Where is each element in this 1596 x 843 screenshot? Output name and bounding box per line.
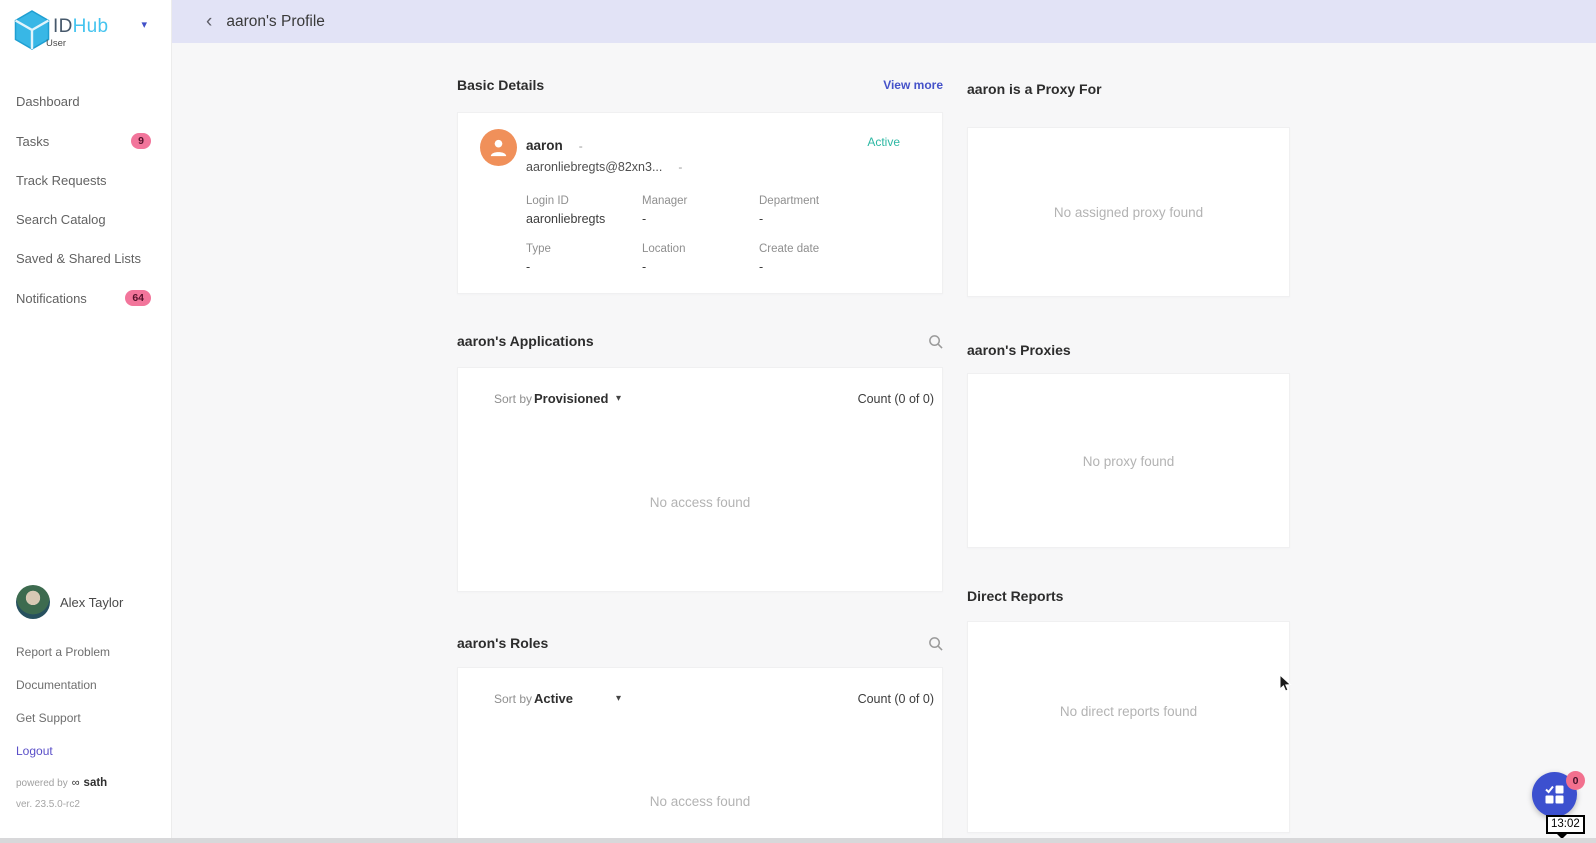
roles-empty-state: No access found xyxy=(458,794,942,809)
user-avatar xyxy=(16,585,50,619)
brand-text: IDHub xyxy=(53,16,108,38)
field-label-location: Location xyxy=(642,243,685,255)
current-user[interactable]: Alex Taylor xyxy=(16,585,155,619)
chevron-down-icon[interactable]: ▾ xyxy=(616,393,621,404)
app-logo: IDHub User ▾ xyxy=(0,0,171,52)
sidebar: IDHub User ▾ Dashboard Tasks 9 Track Req… xyxy=(0,0,172,838)
field-label-department: Department xyxy=(759,195,819,207)
top-bar: ‹ aaron's Profile xyxy=(172,0,1596,43)
chevron-down-icon[interactable]: ▾ xyxy=(616,693,621,704)
roles-title: aaron's Roles xyxy=(457,635,548,651)
brand-subtitle: User xyxy=(46,38,66,49)
roles-card: Sort by Active ▾ Count (0 of 0) No acces… xyxy=(457,667,943,838)
field-value-location: - xyxy=(642,260,646,274)
profile-name: aaron- xyxy=(526,138,583,153)
search-icon[interactable] xyxy=(928,636,943,651)
sidebar-item-notifications[interactable]: Notifications 64 xyxy=(0,278,171,318)
sidebar-item-tasks[interactable]: Tasks 9 xyxy=(0,121,171,161)
status-badge: Active xyxy=(867,135,900,149)
sidebar-item-dashboard[interactable]: Dashboard xyxy=(0,82,171,121)
logout-link[interactable]: Logout xyxy=(16,744,155,758)
direct-reports-header: Direct Reports xyxy=(967,588,1290,604)
sort-by-label: Sort by xyxy=(494,692,532,706)
field-label-type: Type xyxy=(526,243,551,255)
proxies-card: No proxy found xyxy=(967,373,1290,548)
notifications-count-badge: 64 xyxy=(125,290,151,306)
sidebar-item-saved-shared-lists[interactable]: Saved & Shared Lists xyxy=(0,239,171,278)
documentation-link[interactable]: Documentation xyxy=(16,678,155,692)
applications-empty-state: No access found xyxy=(458,495,942,510)
applications-sort-dropdown[interactable]: Provisioned xyxy=(534,391,608,406)
get-support-link[interactable]: Get Support xyxy=(16,711,155,725)
chevron-down-icon[interactable]: ▾ xyxy=(141,18,147,31)
main-content: Basic Details View more aaron- aaronlieb… xyxy=(172,43,1596,838)
basic-details-header: Basic Details View more xyxy=(457,77,943,93)
applications-count: Count (0 of 0) xyxy=(858,392,934,406)
bottom-edge-strip xyxy=(0,838,1596,843)
sidebar-footer: Alex Taylor Report a Problem Documentati… xyxy=(0,585,171,838)
roles-count: Count (0 of 0) xyxy=(858,692,934,706)
powered-brand: sath xyxy=(84,777,108,789)
mouse-cursor xyxy=(1279,674,1292,693)
field-value-create-date: - xyxy=(759,260,763,274)
proxy-for-card: No assigned proxy found xyxy=(967,127,1290,297)
applications-card: Sort by Provisioned ▾ Count (0 of 0) No … xyxy=(457,367,943,592)
search-icon[interactable] xyxy=(928,334,943,349)
direct-reports-title: Direct Reports xyxy=(967,588,1063,604)
profile-avatar-icon xyxy=(480,129,517,166)
proxy-for-empty-state: No assigned proxy found xyxy=(968,205,1289,220)
profile-email: aaronliebregts@82xn3...- xyxy=(526,160,682,174)
basic-details-card: aaron- aaronliebregts@82xn3...- Active L… xyxy=(457,112,943,294)
tasks-count-badge: 9 xyxy=(131,133,151,149)
basic-details-title: Basic Details xyxy=(457,77,544,93)
sidebar-item-search-catalog[interactable]: Search Catalog xyxy=(0,200,171,239)
version-label: ver. 23.5.0-rc2 xyxy=(16,799,155,810)
back-chevron-icon[interactable]: ‹ xyxy=(206,12,212,31)
sath-logo-icon: ∞ xyxy=(72,777,80,789)
roles-sort-dropdown[interactable]: Active xyxy=(534,691,573,706)
user-name: Alex Taylor xyxy=(60,595,123,610)
proxy-for-title: aaron is a Proxy For xyxy=(967,81,1102,97)
field-label-login-id: Login ID xyxy=(526,195,569,207)
view-more-link[interactable]: View more xyxy=(883,78,943,92)
proxies-title: aaron's Proxies xyxy=(967,342,1071,358)
field-value-department: - xyxy=(759,212,763,226)
field-value-login-id: aaronliebregts xyxy=(526,212,605,226)
sort-by-label: Sort by xyxy=(494,392,532,406)
field-value-manager: - xyxy=(642,212,646,226)
sidebar-nav: Dashboard Tasks 9 Track Requests Search … xyxy=(0,82,171,318)
direct-reports-card: No direct reports found xyxy=(967,621,1290,833)
field-label-create-date: Create date xyxy=(759,243,819,255)
proxy-column: aaron is a Proxy For No assigned proxy f… xyxy=(967,43,1290,838)
proxies-header: aaron's Proxies xyxy=(967,342,1290,358)
idhub-logo-icon xyxy=(14,10,50,50)
applications-header: aaron's Applications xyxy=(457,333,943,349)
powered-by: powered by ∞ sath xyxy=(16,777,155,789)
applications-title: aaron's Applications xyxy=(457,333,594,349)
recording-timestamp: 13:02 xyxy=(1546,815,1585,834)
grid-check-icon xyxy=(1544,784,1565,805)
roles-header: aaron's Roles xyxy=(457,635,943,651)
proxies-empty-state: No proxy found xyxy=(968,454,1289,469)
profile-column: Basic Details View more aaron- aaronlieb… xyxy=(457,43,943,838)
page-title: aaron's Profile xyxy=(226,13,325,31)
report-a-problem-link[interactable]: Report a Problem xyxy=(16,645,155,659)
field-label-manager: Manager xyxy=(642,195,687,207)
field-value-type: - xyxy=(526,260,530,274)
sidebar-item-track-requests[interactable]: Track Requests xyxy=(0,161,171,200)
direct-reports-empty-state: No direct reports found xyxy=(968,704,1289,719)
widget-count-badge: 0 xyxy=(1566,771,1585,790)
proxy-for-header: aaron is a Proxy For xyxy=(967,81,1290,97)
